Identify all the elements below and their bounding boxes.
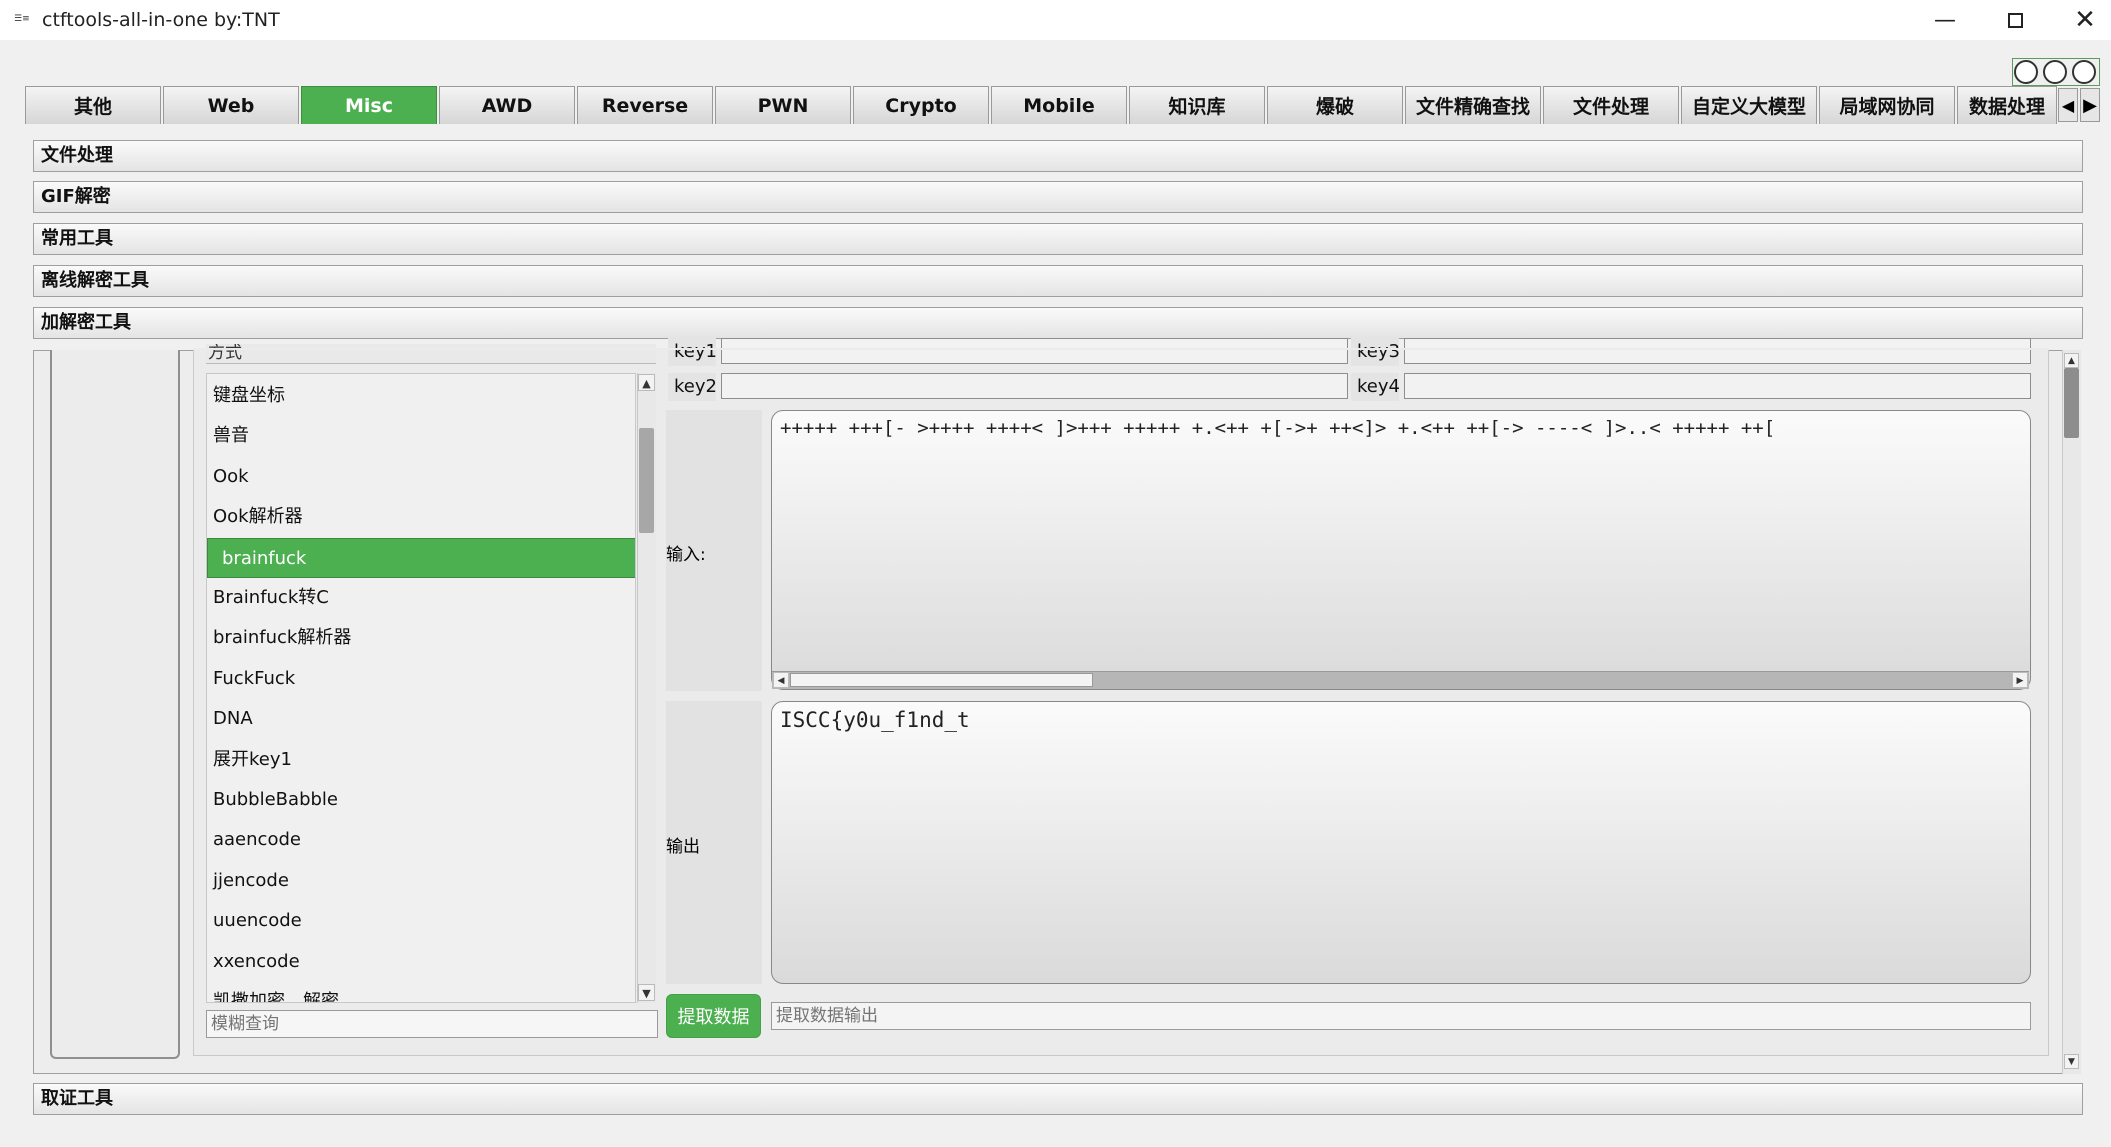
scroll-down-icon[interactable]: ▼	[638, 984, 655, 1001]
close-icon[interactable]: ✕	[2050, 0, 2111, 40]
panel-vertical-scrollbar[interactable]	[2062, 350, 2081, 1074]
output-textarea[interactable]: ISCC{y0u_f1nd_t	[771, 701, 2031, 984]
title-bar	[0, 0, 2111, 40]
section-offline-decrypt[interactable]: 离线解密工具	[33, 265, 2083, 297]
tab-scroll-right-icon[interactable]: ▶	[2080, 88, 2100, 122]
tab-scroll-left-icon[interactable]: ◀	[2058, 88, 2078, 122]
tab-item[interactable]: PWN	[715, 86, 851, 124]
section-encrypt-decrypt[interactable]: 加解密工具	[33, 307, 2083, 339]
key4-input[interactable]	[1404, 373, 2031, 399]
list-item[interactable]: 凯撒加密、解密	[207, 982, 635, 1002]
extract-output-field[interactable]	[771, 1002, 2031, 1030]
method-header: 方式	[206, 344, 656, 364]
tab-item[interactable]: Reverse	[577, 86, 713, 124]
tab-item[interactable]: 爆破	[1267, 86, 1403, 124]
list-item[interactable]: 兽音	[207, 416, 635, 456]
panel-scroll-thumb[interactable]	[2064, 368, 2079, 438]
list-item[interactable]: brainfuck	[207, 537, 635, 578]
list-item[interactable]: uuencode	[207, 901, 635, 941]
section-forensics[interactable]: 取证工具	[33, 1083, 2083, 1115]
key3-label: key3	[1351, 338, 1400, 366]
input-label: 输入:	[666, 545, 706, 565]
key2-label: key2	[668, 373, 717, 401]
scroll-left-icon[interactable]: ◀	[773, 672, 789, 688]
tab-item[interactable]: Crypto	[853, 86, 989, 124]
key4-label: key4	[1351, 373, 1400, 401]
method-list[interactable]: 键盘坐标 兽音 Ook Ook解析器 brainfuck Brainfuck转C brain…	[206, 373, 636, 1003]
list-item[interactable]: DNA	[207, 699, 635, 739]
window-title: ctftools-all-in-one by:TNT	[42, 9, 280, 31]
clip-edge	[193, 348, 2049, 350]
scroll-right-icon[interactable]: ▶	[2012, 672, 2028, 688]
extract-data-button[interactable]: 提取数据	[666, 994, 761, 1038]
tab-item[interactable]: 数据处理	[1957, 86, 2057, 124]
input-text: +++++ +++[- >++++ ++++< ]>+++ +++++ +.<+…	[780, 417, 1776, 439]
key3-input[interactable]	[1404, 338, 2031, 364]
list-item[interactable]: jjencode	[207, 861, 635, 901]
maximize-icon[interactable]	[1980, 0, 2050, 40]
app-icon: ☰≡	[14, 14, 30, 24]
list-item[interactable]: Brainfuck转C	[207, 578, 635, 618]
section-file-processing[interactable]: 文件处理	[33, 140, 2083, 172]
section-common-tools[interactable]: 常用工具	[33, 223, 2083, 255]
list-item[interactable]: Ook解析器	[207, 497, 635, 537]
section-gif-decrypt[interactable]: GIF解密	[33, 181, 2083, 213]
key1-label: key1	[668, 338, 717, 366]
input-scroll-thumb[interactable]	[790, 673, 1093, 687]
tab-item[interactable]: 文件处理	[1543, 86, 1679, 124]
circle-button-1[interactable]	[2014, 60, 2038, 84]
circle-button-2[interactable]	[2043, 60, 2067, 84]
circle-button-3[interactable]	[2072, 60, 2096, 84]
minimize-icon[interactable]: —	[1910, 0, 1980, 40]
list-item[interactable]: 展开key1	[207, 740, 635, 780]
input-textarea[interactable]: +++++ +++[- >++++ ++++< ]>+++ +++++ +.<+…	[771, 410, 2031, 690]
left-side-panel	[50, 350, 180, 1059]
panel-scroll-down-icon[interactable]: ▼	[2064, 1054, 2079, 1069]
tab-item[interactable]: Mobile	[991, 86, 1127, 124]
tab-item[interactable]: Web	[163, 86, 299, 124]
tab-item[interactable]: Misc	[301, 86, 437, 124]
list-scroll-thumb[interactable]	[639, 428, 654, 533]
panel-scroll-up-icon[interactable]: ▲	[2064, 353, 2079, 368]
tab-item[interactable]: 其他	[25, 86, 161, 124]
fuzzy-search-input[interactable]	[206, 1010, 658, 1038]
list-item[interactable]: 键盘坐标	[207, 376, 635, 416]
list-item[interactable]: BubbleBabble	[207, 780, 635, 820]
tab-item[interactable]: 文件精确查找	[1405, 86, 1541, 124]
list-item[interactable]: aaencode	[207, 820, 635, 860]
key1-input[interactable]	[721, 338, 1348, 364]
list-item[interactable]: xxencode	[207, 942, 635, 982]
list-item[interactable]: Ook	[207, 457, 635, 497]
list-item[interactable]: brainfuck解析器	[207, 618, 635, 658]
output-text: ISCC{y0u_f1nd_t	[780, 708, 970, 732]
tab-item[interactable]: 自定义大模型	[1681, 86, 1817, 124]
tab-item[interactable]: AWD	[439, 86, 575, 124]
scroll-up-icon[interactable]: ▲	[638, 374, 655, 391]
key2-input[interactable]	[721, 373, 1348, 399]
output-label: 输出	[666, 837, 700, 857]
tab-item[interactable]: 局域网协同	[1819, 86, 1955, 124]
tab-item[interactable]: 知识库	[1129, 86, 1265, 124]
list-item[interactable]: FuckFuck	[207, 659, 635, 699]
